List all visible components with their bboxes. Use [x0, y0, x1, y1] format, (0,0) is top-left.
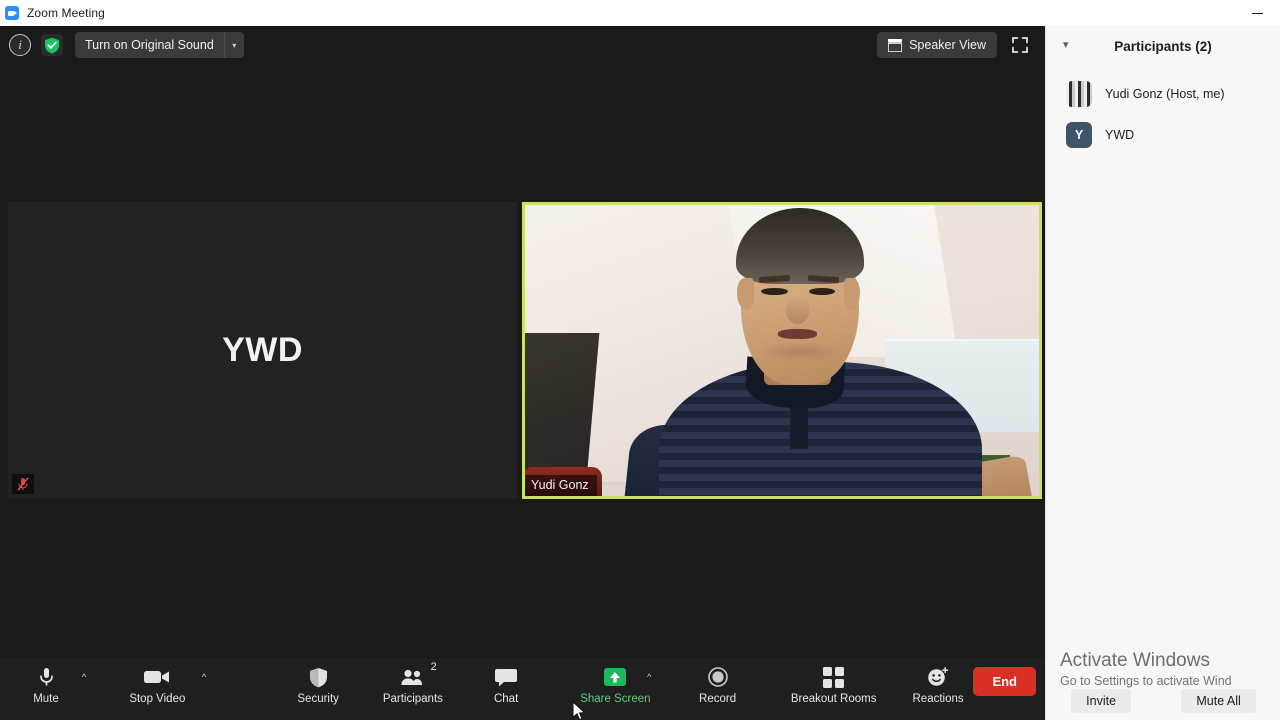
security-label: Security: [297, 693, 339, 705]
video-options-caret[interactable]: ^: [202, 672, 206, 682]
security-button[interactable]: Security: [288, 658, 349, 705]
participant-name: Yudi Gonz (Host, me): [1105, 86, 1225, 101]
breakout-rooms-icon: [823, 665, 845, 689]
participants-label: Participants: [382, 693, 443, 705]
record-circle-icon: [707, 665, 728, 689]
avatar: Y: [1066, 121, 1092, 148]
mute-options-caret[interactable]: ^: [82, 672, 86, 682]
breakout-rooms-label: Breakout Rooms: [790, 693, 877, 705]
shield-icon: [309, 665, 328, 689]
participants-panel-title: Participants (2): [1114, 38, 1212, 54]
meeting-area: i Turn on Original Sound ▾ Speaker View: [0, 26, 1045, 720]
stop-video-label: Stop Video: [129, 693, 186, 705]
window-title: Zoom Meeting: [27, 6, 105, 20]
share-screen-label: Share Screen: [580, 693, 651, 705]
mute-label: Mute: [33, 693, 59, 705]
title-bar: Zoom Meeting: [0, 0, 1280, 26]
end-meeting-button[interactable]: End: [973, 667, 1036, 696]
reactions-button[interactable]: Reactions: [903, 658, 974, 705]
reactions-smiley-icon: [927, 665, 949, 689]
list-item[interactable]: Y YWD: [1046, 114, 1280, 155]
video-camera-icon: [144, 665, 170, 689]
mute-all-button[interactable]: Mute All: [1181, 689, 1256, 713]
share-screen-icon: [604, 665, 627, 689]
participant-tile-ywd[interactable]: YWD: [8, 202, 517, 499]
stop-video-button[interactable]: Stop Video ^: [122, 658, 206, 705]
zoom-meeting-window: Zoom Meeting i Turn on Original Sound ▾: [0, 0, 1280, 720]
participant-name-tag: Yudi Gonz: [525, 475, 597, 496]
people-icon: [400, 665, 426, 689]
share-screen-button[interactable]: Share Screen ^: [573, 658, 657, 705]
chat-button[interactable]: Chat: [476, 658, 536, 705]
participants-list: Yudi Gonz (Host, me) Y YWD: [1046, 66, 1280, 155]
meeting-toolbar: Mute ^ Stop Video ^ Security Participant…: [0, 658, 1045, 720]
participants-button[interactable]: Participants 2: [373, 658, 454, 705]
window-controls: [1235, 0, 1280, 26]
chat-bubble-icon: [495, 665, 518, 689]
record-button[interactable]: Record: [688, 658, 748, 705]
participants-panel-footer: Invite Mute All: [1046, 682, 1280, 720]
list-item[interactable]: Yudi Gonz (Host, me): [1046, 73, 1280, 114]
minimize-button[interactable]: [1235, 0, 1280, 26]
participants-count-badge: 2: [430, 661, 437, 673]
record-label: Record: [699, 693, 737, 705]
zoom-camera-icon: [5, 6, 19, 20]
participants-panel-header: ▾ Participants (2): [1046, 26, 1280, 66]
webcam-video: [525, 205, 1039, 496]
microphone-muted-icon: [12, 474, 34, 494]
share-options-caret[interactable]: ^: [647, 672, 651, 682]
video-stage: YWD Yudi Gonz: [0, 26, 1045, 720]
chevron-down-icon[interactable]: ▾: [1063, 38, 1069, 51]
participant-name: YWD: [1105, 127, 1135, 142]
microphone-muted-glyph: [17, 477, 29, 491]
mute-button[interactable]: Mute ^: [16, 658, 86, 705]
breakout-rooms-button[interactable]: Breakout Rooms: [783, 658, 885, 705]
avatar: [1066, 80, 1092, 107]
invite-button[interactable]: Invite: [1071, 689, 1132, 713]
participants-panel: ▾ Participants (2) Yudi Gonz (Host, me) …: [1045, 26, 1280, 720]
microphone-icon: [39, 665, 54, 689]
chat-label: Chat: [493, 693, 519, 705]
reactions-label: Reactions: [912, 693, 964, 705]
tile-initials: YWD: [222, 331, 303, 369]
watermark-title: Activate Windows: [1060, 650, 1210, 671]
participant-tile-yudi-gonz[interactable]: Yudi Gonz: [522, 202, 1042, 499]
